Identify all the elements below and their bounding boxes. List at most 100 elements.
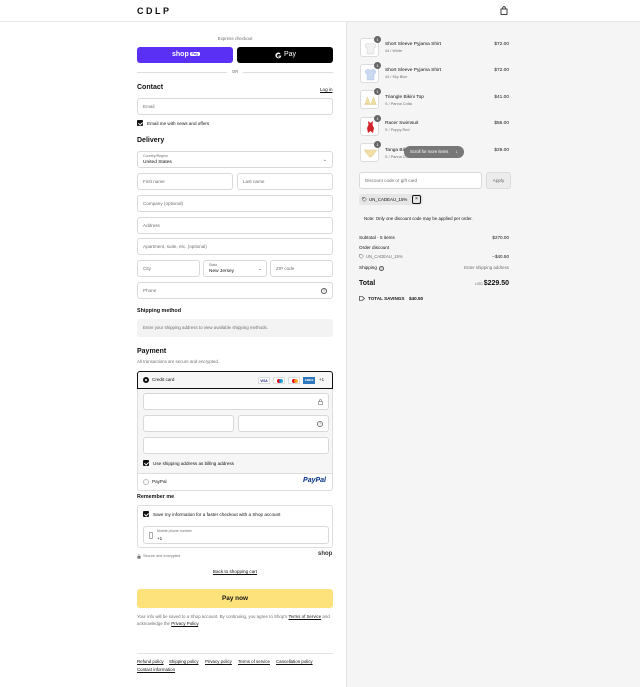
state-value: New Jersey: [209, 269, 235, 274]
footer-refund-link[interactable]: Refund policy: [137, 659, 164, 664]
security-code-field[interactable]: ?: [238, 415, 329, 432]
company-placeholder: Company (optional): [143, 201, 184, 206]
subtotal-value: $270.00: [492, 235, 509, 240]
swimsuit-icon: [367, 121, 374, 133]
last-name-field[interactable]: Last name: [237, 173, 333, 190]
save-info-checkbox[interactable]: [143, 511, 149, 517]
item-variant: 44 / White: [385, 49, 403, 53]
zip-field[interactable]: ZIP code: [270, 260, 333, 277]
total-savings-value: $40.50: [409, 296, 424, 301]
shop-pay-button[interactable]: shop Pay: [137, 47, 233, 63]
footer-shipping-link[interactable]: Shipping policy: [169, 659, 199, 664]
card-number-field[interactable]: [143, 393, 329, 410]
item-variant: 44 / Sky Blue: [385, 75, 408, 79]
country-value: United States: [143, 160, 172, 165]
brand-logo[interactable]: CDLP: [137, 6, 172, 16]
city-field[interactable]: City: [137, 260, 200, 277]
total-value: $229.50: [483, 279, 509, 287]
terms-link[interactable]: Terms of Service: [288, 614, 321, 619]
shirt-icon: [364, 42, 377, 55]
first-name-placeholder: First name: [143, 179, 165, 184]
order-discount-label: Order discount: [359, 245, 390, 250]
order-summary: 1 Short Sleeve Pyjama Shirt 44 / White $…: [346, 22, 640, 687]
state-select[interactable]: State New Jersey ⌄: [203, 260, 267, 277]
shipping-value: Enter shipping address: [464, 265, 509, 270]
product-thumbnail: 1: [360, 36, 381, 57]
checkout-form: Express checkout shop Pay Pay OR Contact…: [0, 22, 346, 687]
mobile-phone-label: Mobile phone number: [157, 529, 192, 533]
billing-same-label: Use shipping address as billing address: [153, 461, 234, 466]
first-name-field[interactable]: First name: [137, 173, 233, 190]
maestro-icon: [273, 376, 285, 384]
discount-tag-code: UN_CADEAU_15%: [369, 197, 408, 202]
bikini-bottom-icon: [363, 149, 378, 158]
country-label: Country/Region: [143, 154, 168, 158]
credit-card-option[interactable]: Credit card VISA AMEX +1: [137, 371, 333, 389]
more-cards-count: +1: [319, 377, 325, 382]
item-name: Short Sleeve Pyjama Shirt: [385, 42, 441, 47]
quantity-badge: 1: [374, 115, 381, 122]
remember-me-panel: Save my information for a faster checkou…: [137, 505, 333, 548]
express-checkout-title: Express checkout: [217, 36, 253, 41]
shipping-label: Shipping: [359, 265, 377, 270]
discount-tag: UN_CADEAU_15% ×: [359, 194, 423, 205]
expiry-field[interactable]: [143, 415, 234, 432]
paypal-logo: PayPal: [303, 477, 326, 484]
item-variant: S / Poppy Red: [385, 128, 410, 132]
company-field[interactable]: Company (optional): [137, 195, 333, 212]
tag-icon: [359, 295, 365, 301]
item-price: $72.00: [494, 42, 509, 47]
quantity-badge: 1: [374, 62, 381, 69]
secure-encrypted-label: Secure and encrypted: [143, 554, 181, 558]
address-field[interactable]: Address: [137, 217, 333, 234]
apply-discount-button[interactable]: Apply: [486, 172, 511, 189]
footer-privacy-link[interactable]: Privacy policy: [205, 659, 232, 664]
item-price: $56.00: [494, 121, 509, 126]
back-to-cart-link[interactable]: Back to shopping cart: [137, 569, 333, 574]
country-select[interactable]: Country/Region United States ⌄: [137, 151, 333, 168]
google-g-icon: [275, 51, 282, 58]
apartment-field[interactable]: Apartment, suite, etc. (optional): [137, 238, 333, 255]
bikini-top-icon: [364, 96, 377, 105]
product-thumbnail: 1: [360, 88, 381, 109]
quantity-badge: 1: [374, 36, 381, 43]
email-field[interactable]: Email: [137, 98, 333, 115]
newsletter-checkbox[interactable]: [137, 120, 143, 126]
item-name: Short Sleeve Pyjama Shirt: [385, 68, 441, 73]
privacy-link[interactable]: Privacy Policy: [171, 621, 198, 626]
footer-terms-link[interactable]: Terms of service: [238, 659, 270, 664]
login-link[interactable]: Log in: [320, 87, 333, 92]
last-name-placeholder: Last name: [243, 179, 265, 184]
remove-discount-icon[interactable]: ×: [412, 195, 421, 204]
header: CDLP: [0, 0, 640, 22]
pay-now-button[interactable]: Pay now: [137, 589, 333, 608]
name-on-card-field[interactable]: [143, 437, 329, 454]
footer-divider: [137, 653, 333, 654]
visa-icon: VISA: [258, 376, 270, 384]
contact-heading: Contact: [137, 84, 164, 91]
card-details-panel: ? Use shipping address as billing addres…: [137, 389, 333, 474]
scroll-more-items-pill[interactable]: Scroll for more items ↓: [404, 146, 464, 158]
google-pay-button[interactable]: Pay: [237, 47, 333, 63]
help-icon[interactable]: ?: [317, 420, 323, 427]
tag-icon: [362, 197, 367, 202]
chevron-down-icon: ⌄: [322, 157, 327, 163]
shopping-bag-icon[interactable]: [500, 6, 508, 15]
paypal-option[interactable]: PayPal PayPal: [137, 474, 333, 491]
google-pay-label: Pay: [284, 50, 297, 58]
mobile-phone-field[interactable]: Mobile phone number +1: [143, 526, 329, 544]
state-label: State: [209, 263, 218, 267]
address-placeholder: Address: [143, 223, 160, 228]
item-name: Racer Swimsuit: [385, 121, 419, 126]
or-separator: OR: [231, 69, 239, 74]
discount-code-field[interactable]: Discount code or gift card: [359, 172, 482, 189]
footer-contact-link[interactable]: Contact information: [137, 667, 175, 672]
phone-field[interactable]: Phone ?: [137, 282, 333, 299]
paypal-radio[interactable]: [143, 479, 149, 485]
billing-same-checkbox[interactable]: [143, 460, 149, 466]
quantity-badge: 1: [374, 141, 381, 148]
footer-cancellation-link[interactable]: Cancellation policy: [276, 659, 313, 664]
help-icon[interactable]: ?: [321, 287, 327, 294]
help-icon[interactable]: ?: [379, 265, 384, 271]
amex-icon: AMEX: [303, 376, 315, 384]
